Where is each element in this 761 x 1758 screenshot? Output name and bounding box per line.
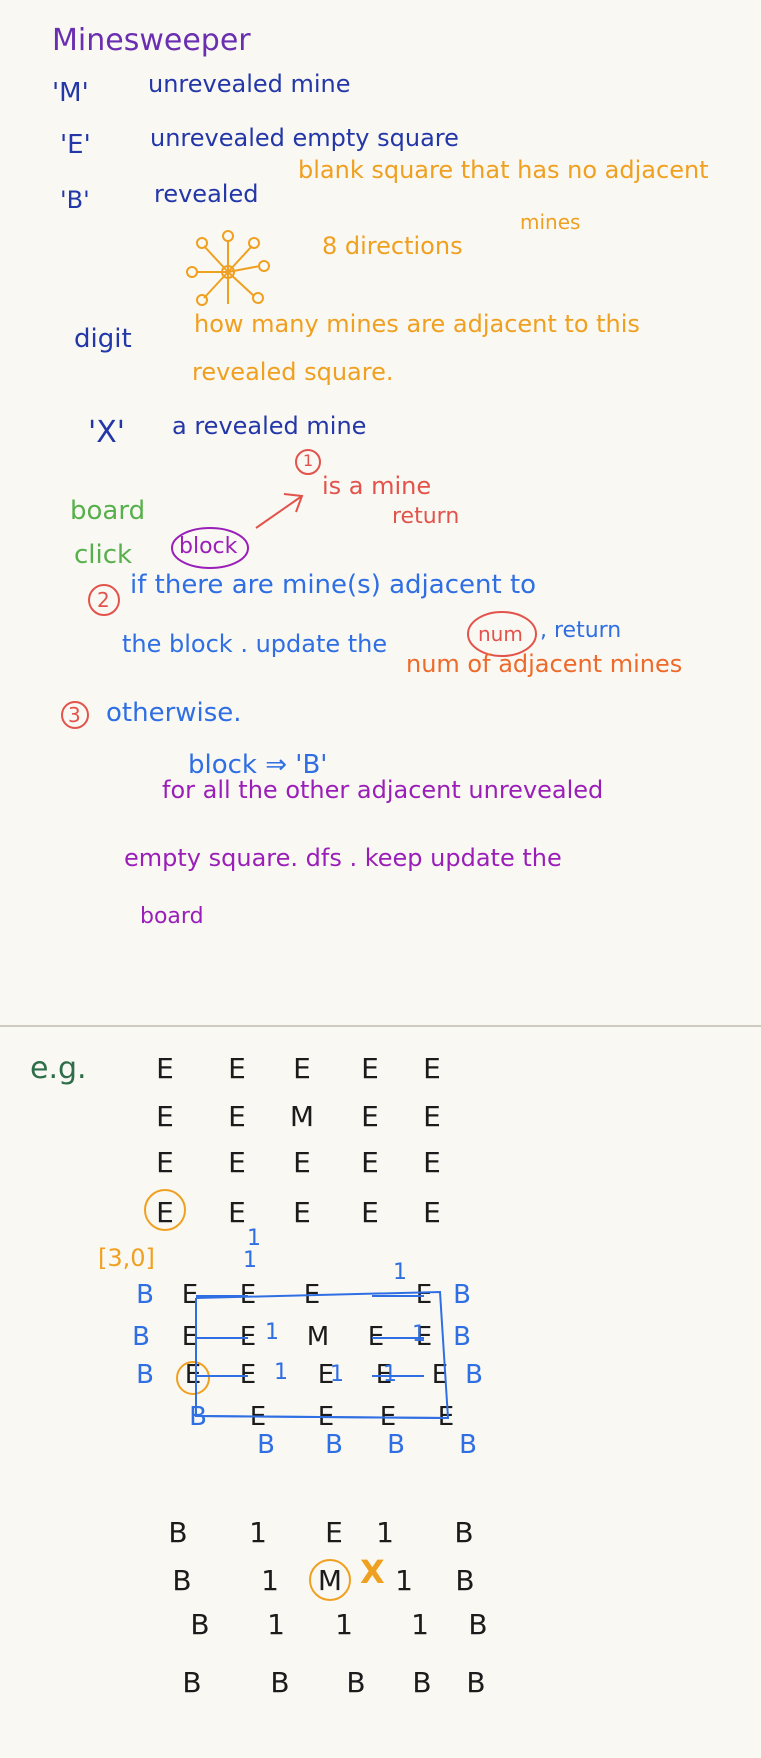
final-cell: 1 [335,1608,353,1641]
final-cell: B [346,1666,366,1699]
final-cell: B [466,1666,486,1699]
final-cell: M [317,1564,343,1597]
final-cell: B [182,1666,202,1699]
final-cell: B [270,1666,290,1699]
final-cell: B [455,1564,475,1597]
final-cell: 1 [261,1564,279,1597]
final-cell: B [168,1516,188,1549]
final-cell: B [172,1564,192,1597]
final-cell: 1 [376,1516,394,1549]
final-cell: 1 [249,1516,267,1549]
final-cell: B [190,1608,210,1641]
final-cell: B [412,1666,432,1699]
final-cell: 1 [267,1608,285,1641]
trace-annotations [144,1189,450,1601]
final-cell: 1 [411,1608,429,1641]
final-cell: B [454,1516,474,1549]
revealed-mine-mark: X [360,1553,385,1591]
final-cell: B [468,1608,488,1641]
